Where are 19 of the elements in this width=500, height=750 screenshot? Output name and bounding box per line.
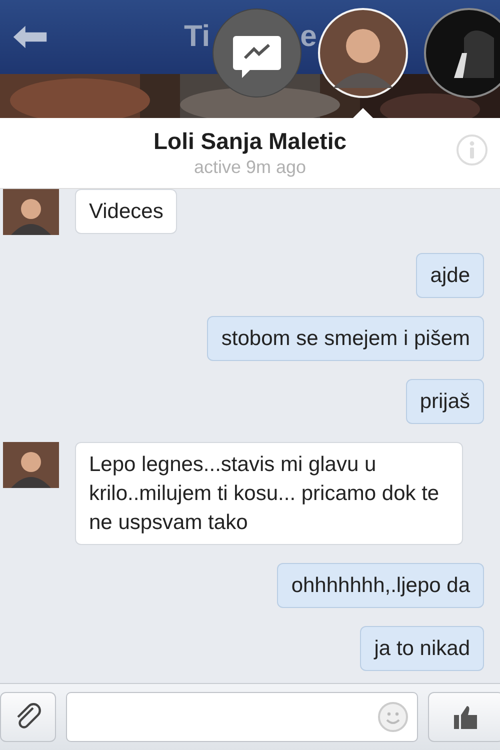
message-bubble: ja to nikad: [360, 626, 484, 671]
avatar-icon: [3, 442, 59, 488]
message-bubble: Videces: [75, 189, 178, 234]
message-bubble: ohhhhhhh,.ljepo da: [277, 563, 484, 608]
message-input-field[interactable]: [66, 692, 418, 742]
avatar-icon: [3, 189, 59, 235]
message-bubble: prijaš: [406, 379, 484, 424]
back-arrow-icon[interactable]: [13, 25, 47, 49]
active-status: active 9m ago: [194, 157, 306, 178]
message-bubble: stobom se smejem i pišem: [207, 316, 484, 361]
like-button[interactable]: [428, 692, 500, 742]
message-bubble: ajde: [416, 253, 484, 298]
chat-head-messenger-icon[interactable]: [212, 8, 302, 98]
title-fragment: e: [300, 20, 317, 54]
title-fragment: Ti: [184, 20, 210, 54]
attach-button[interactable]: [0, 692, 56, 742]
contact-name: Loli Sanja Maletic: [154, 128, 346, 155]
avatar-icon[interactable]: [424, 8, 500, 98]
message-bubble: Lepo legnes...stavis mi glavu u krilo..milujem ti kosu... pricamo dok te ne uspsvam tako: [75, 442, 463, 545]
